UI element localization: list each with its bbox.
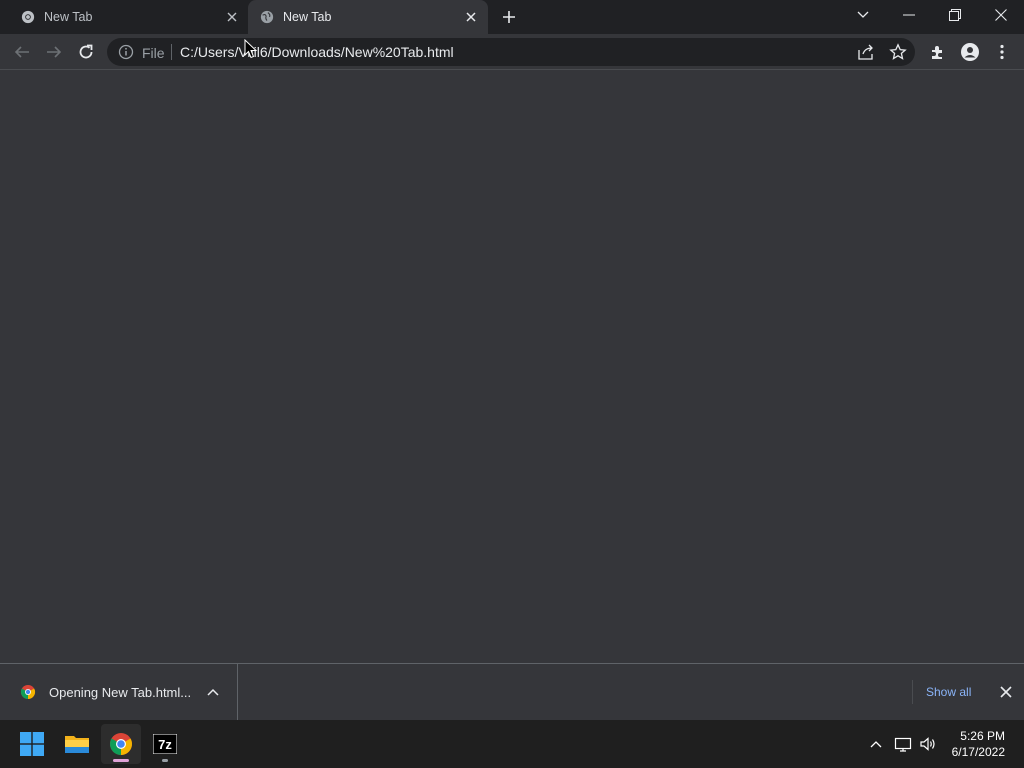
browser-toolbar: File C:/Users/Vilil6/Downloads/New%20Tab… xyxy=(0,34,1024,70)
file-explorer-icon[interactable] xyxy=(57,724,97,764)
url-text[interactable]: C:/Users/Vilil6/Downloads/New%20Tab.html xyxy=(180,44,454,60)
divider xyxy=(912,680,913,704)
bookmark-star-icon[interactable] xyxy=(889,43,907,61)
chevron-up-icon[interactable] xyxy=(206,685,220,699)
divider xyxy=(171,44,172,60)
globe-icon xyxy=(259,9,275,25)
windows-start-icon[interactable] xyxy=(12,724,52,764)
7zip-icon[interactable]: 7z xyxy=(145,724,185,764)
profile-button[interactable] xyxy=(958,40,982,64)
download-shelf: Opening New Tab.html... Show all xyxy=(0,663,1024,720)
mouse-cursor-icon xyxy=(244,38,258,59)
close-tab-icon[interactable] xyxy=(463,9,479,25)
new-tab-button[interactable] xyxy=(499,7,519,27)
restore-button[interactable] xyxy=(932,0,978,30)
tab-strip: New Tab New Tab xyxy=(0,0,1024,34)
clock-date[interactable]: 6/17/2022 xyxy=(952,745,1005,759)
reload-button[interactable] xyxy=(74,40,98,64)
menu-kebab-button[interactable] xyxy=(990,40,1014,64)
security-label: File xyxy=(142,45,165,61)
active-indicator xyxy=(113,759,129,762)
show-hidden-icons-chevron-icon[interactable] xyxy=(867,735,885,753)
close-window-button[interactable] xyxy=(978,0,1024,30)
download-item[interactable]: Opening New Tab.html... xyxy=(0,664,238,720)
close-shelf-icon[interactable] xyxy=(998,684,1014,700)
extensions-button[interactable] xyxy=(926,40,950,64)
forward-button[interactable] xyxy=(42,40,66,64)
clock-time[interactable]: 5:26 PM xyxy=(960,729,1005,743)
tab-title: New Tab xyxy=(283,10,332,24)
running-indicator xyxy=(162,759,168,762)
taskbar: 7z 5:26 PM 6/17/2022 xyxy=(0,720,1024,768)
minimize-button[interactable] xyxy=(886,0,932,30)
address-bar[interactable]: File C:/Users/Vilil6/Downloads/New%20Tab… xyxy=(107,38,915,66)
chrome-icon[interactable] xyxy=(101,724,141,764)
back-button[interactable] xyxy=(10,40,34,64)
close-tab-icon[interactable] xyxy=(224,9,240,25)
tab-new-tab-1[interactable]: New Tab xyxy=(0,0,248,34)
network-icon[interactable] xyxy=(894,735,912,753)
chrome-logo-icon xyxy=(20,9,36,25)
volume-icon[interactable] xyxy=(919,735,937,753)
tab-title: New Tab xyxy=(44,10,93,24)
browser-window: New Tab New Tab File C:/Users/Vilil6/Dow… xyxy=(0,0,1024,768)
download-item-label: Opening New Tab.html... xyxy=(49,685,192,700)
show-all-link[interactable]: Show all xyxy=(926,685,971,699)
info-icon[interactable] xyxy=(118,44,134,60)
svg-text:7z: 7z xyxy=(158,737,172,752)
chrome-file-icon xyxy=(20,684,36,700)
tab-search-button[interactable] xyxy=(840,0,886,30)
tab-new-tab-2[interactable]: New Tab xyxy=(248,0,488,34)
share-icon[interactable] xyxy=(857,43,875,61)
page-content xyxy=(0,70,1024,663)
